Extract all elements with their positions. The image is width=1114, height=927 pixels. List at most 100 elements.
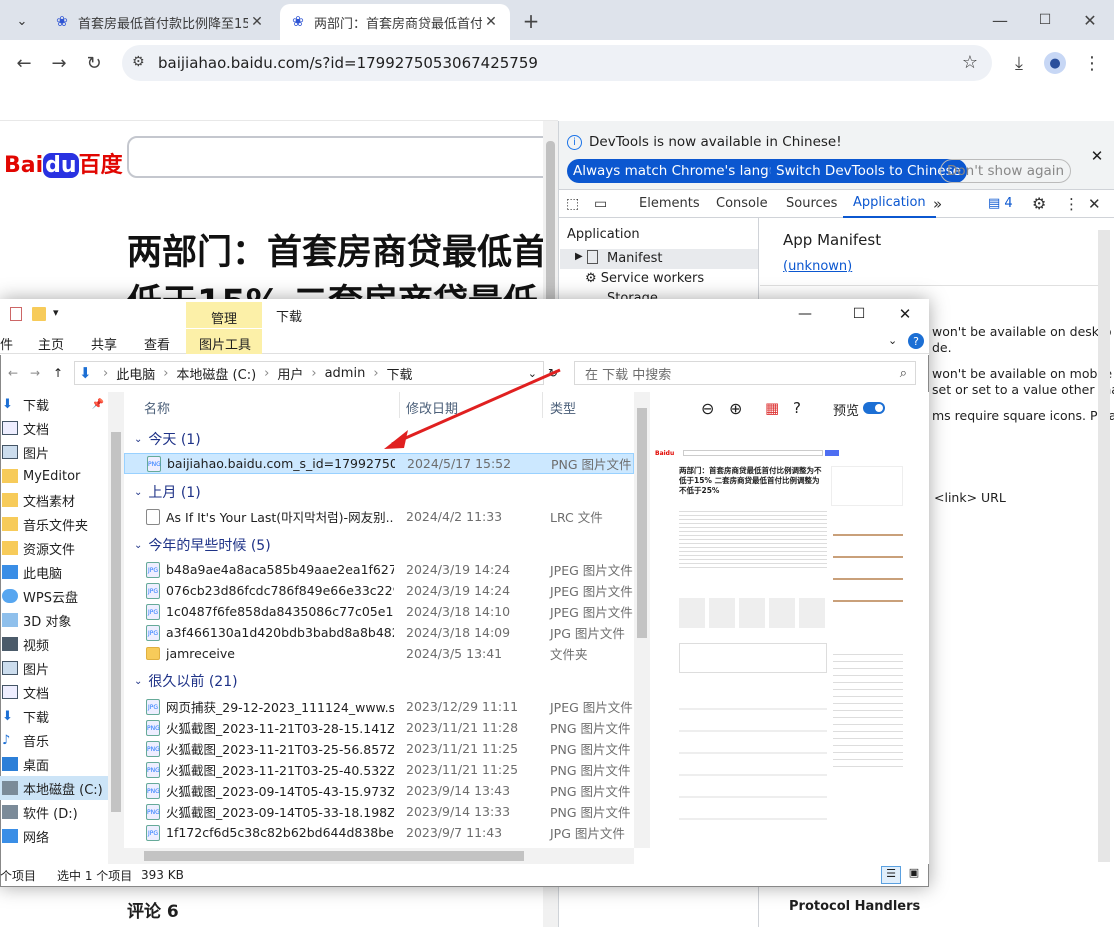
breadcrumb-c-drive[interactable]: 本地磁盘 (C:) <box>176 364 256 383</box>
profile-avatar[interactable]: ● <box>1044 52 1066 74</box>
properties-icon[interactable] <box>10 307 22 321</box>
site-info-icon[interactable]: ⚙ <box>132 54 145 70</box>
manifest-link[interactable]: (unknown) <box>783 259 852 274</box>
close-icon[interactable]: ✕ <box>482 14 500 30</box>
forward-arrow-icon[interactable]: → <box>30 366 40 380</box>
tab-2[interactable]: ❀ 两部门：首套房商贷最低首付比 ✕ <box>280 4 510 40</box>
minimize-button[interactable]: — <box>985 8 1015 32</box>
back-button[interactable]: ← <box>8 47 40 79</box>
folder-row[interactable]: jamreceive 2024/3/5 13:41 文件夹 <box>124 643 634 664</box>
sidebar-item-service-workers[interactable]: ⚙ Service workers <box>585 271 704 286</box>
address-bar[interactable]: ⚙ baijiahao.baidu.com/s?id=1799275053067… <box>122 45 992 81</box>
nav-item[interactable]: 文档 <box>0 680 108 704</box>
close-window-button[interactable]: ✕ <box>1075 8 1105 32</box>
device-toolbar-icon[interactable]: ▭ <box>594 189 607 218</box>
switch-language-button[interactable]: Switch DevTools to Chinese <box>770 159 967 183</box>
tab-application[interactable]: Application <box>843 189 936 218</box>
minimize-button[interactable]: — <box>790 303 820 325</box>
issues-badge[interactable]: ▤ 4 <box>988 189 1013 218</box>
pin-icon[interactable]: 📌 <box>92 399 104 410</box>
new-tab-button[interactable]: + <box>518 8 544 34</box>
nav-item[interactable]: ♪ 音乐 <box>0 728 108 752</box>
details-view-icon[interactable]: ☰ <box>881 866 901 884</box>
nav-item[interactable]: 图片 <box>0 440 108 464</box>
ribbon-file-tab[interactable]: 件 <box>0 334 13 353</box>
file-row[interactable]: JPG1c0487f6fe858da8435086c77c05e125...20… <box>124 601 634 622</box>
sidebar-item-manifest[interactable]: ▶ Manifest <box>560 249 758 269</box>
devtools-scrollbar[interactable] <box>1098 230 1110 862</box>
help-icon[interactable]: ? <box>908 333 924 349</box>
ribbon-view-tab[interactable]: 查看 <box>144 334 170 353</box>
preview-toggle[interactable] <box>863 402 885 414</box>
menu-kebab-icon[interactable]: ⋮ <box>1076 47 1108 79</box>
expand-arrow-icon[interactable]: ▶ <box>575 251 583 262</box>
nav-item[interactable]: 网络 <box>0 824 108 848</box>
nav-item[interactable]: ⬇ 下载 📌 <box>0 392 108 416</box>
reload-button[interactable]: ↻ <box>78 47 110 79</box>
nav-item[interactable]: 文档 <box>0 416 108 440</box>
file-row[interactable]: JPG a3f466130a1d420bdb3babd8a8b482... 2024… <box>124 622 634 643</box>
ribbon-manage-tab[interactable]: 管理 <box>211 308 237 327</box>
grid-icon[interactable]: ▦ <box>765 399 779 417</box>
sidebar-item-storage[interactable]: Storage <box>607 291 658 299</box>
tab-elements[interactable]: Elements <box>639 189 700 218</box>
file-row[interactable]: PNG 火狐截图_2023-11-21T03-25-56.857Z... 2023/… <box>124 738 634 759</box>
tab-sources[interactable]: Sources <box>786 189 837 218</box>
nav-item[interactable]: 图片 <box>0 656 108 680</box>
file-row[interactable]: PNG 火狐截图_2023-11-21T03-25-40.532Z... 2023/… <box>124 759 634 780</box>
maximize-button[interactable]: ☐ <box>1030 8 1060 32</box>
quick-access-dropdown[interactable]: ▾ <box>53 306 59 319</box>
file-row[interactable]: As If It's Your Last(마지막처럼)-网友别... 2024/4… <box>124 506 634 527</box>
close-banner-icon[interactable]: ✕ <box>1088 147 1106 165</box>
close-icon[interactable]: ✕ <box>248 14 266 30</box>
zoom-in-icon[interactable]: ⊕ <box>729 399 742 418</box>
breadcrumb-admin[interactable]: admin <box>325 366 366 381</box>
ribbon-home-tab[interactable]: 主页 <box>38 334 64 353</box>
inspect-icon[interactable]: ⬚ <box>566 189 579 218</box>
breadcrumb-users[interactable]: 用户 <box>277 364 303 383</box>
ribbon-share-tab[interactable]: 共享 <box>91 334 117 353</box>
breadcrumb-this-pc[interactable]: 此电脑 <box>116 364 155 383</box>
help-icon[interactable]: ? <box>793 399 801 417</box>
nav-scrollbar[interactable] <box>108 392 124 864</box>
more-tabs-icon[interactable]: » <box>933 189 942 218</box>
chevron-down-icon[interactable]: ⌄ <box>888 334 897 347</box>
file-row[interactable]: JPG 网页捕获_29-12-2023_111124_www.so... 2023/… <box>124 696 634 717</box>
nav-item[interactable]: 3D 对象 <box>0 608 108 632</box>
folder-icon[interactable] <box>32 307 46 321</box>
nav-item[interactable]: 此电脑 <box>0 560 108 584</box>
dont-show-again-button[interactable]: Don't show again <box>940 159 1072 183</box>
file-row[interactable]: PNG 火狐截图_2023-11-21T03-28-15.141Z... 2023/… <box>124 717 634 738</box>
column-name-header[interactable]: 名称 <box>144 398 170 417</box>
close-button[interactable]: ✕ <box>890 303 920 325</box>
download-icon[interactable]: ⤓ <box>1003 47 1035 79</box>
close-devtools-icon[interactable]: ✕ <box>1088 189 1101 218</box>
explorer-search-input[interactable]: 在 下载 中搜索 ⌕ <box>574 361 916 385</box>
tab-console[interactable]: Console <box>716 189 768 218</box>
thumbnail-view-icon[interactable]: ▣ <box>905 866 923 884</box>
nav-item[interactable]: 文档素材 <box>0 488 108 512</box>
nav-item[interactable]: 音乐文件夹 <box>0 512 108 536</box>
file-row[interactable]: JPG 1f172cf6d5c38c82b62bd644d838be7... 202… <box>124 822 634 843</box>
file-row[interactable]: JPG076cb23d86fcdc786f849e66e33c229a...20… <box>124 580 634 601</box>
group-header[interactable]: ⌄ 上月 (1) <box>134 482 201 502</box>
zoom-out-icon[interactable]: ⊖ <box>701 399 714 418</box>
ribbon-picture-tools-tab[interactable]: 图片工具 <box>199 334 251 353</box>
nav-item[interactable]: MyEditor <box>0 464 108 488</box>
nav-item-selected[interactable]: 本地磁盘 (C:) <box>0 776 108 800</box>
file-row[interactable]: PNG 火狐截图_2023-09-14T05-33-18.198Z... 2023/… <box>124 801 634 822</box>
forward-button[interactable]: → <box>43 47 75 79</box>
nav-item[interactable]: WPS云盘 <box>0 584 108 608</box>
baidu-search-input[interactable] <box>127 136 547 178</box>
list-horizontal-scrollbar[interactable] <box>124 848 634 864</box>
nav-item[interactable]: 资源文件 <box>0 536 108 560</box>
bookmark-star-icon[interactable]: ☆ <box>962 52 978 73</box>
tab-1[interactable]: ❀ 首套房最低首付款比例降至15% ✕ <box>44 4 276 40</box>
nav-item[interactable]: 桌面 <box>0 752 108 776</box>
nav-item[interactable]: 软件 (D:) <box>0 800 108 824</box>
back-arrow-icon[interactable]: ← <box>8 366 18 380</box>
settings-gear-icon[interactable]: ⚙ <box>1032 189 1046 218</box>
nav-item[interactable]: ⬇ 下载 <box>0 704 108 728</box>
tab-search-button[interactable]: ⌄ <box>8 8 36 34</box>
file-row[interactable]: JPG b48a9ae4a8aca585b49aae2ea1f6270... 202… <box>124 559 634 580</box>
